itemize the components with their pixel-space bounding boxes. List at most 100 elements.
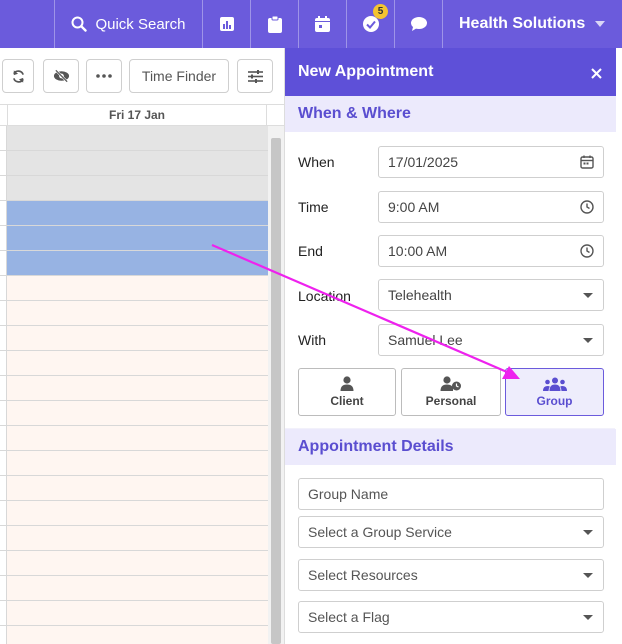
start-time-value: 9:00 AM — [388, 199, 440, 215]
chevron-down-icon — [595, 21, 606, 27]
selected-time-slot[interactable] — [0, 201, 268, 226]
more-icon — [96, 74, 112, 78]
filter-settings-button[interactable] — [237, 59, 273, 93]
time-slot[interactable] — [0, 301, 268, 326]
end-time-field[interactable]: 10:00 AM — [378, 235, 604, 267]
location-label: Location — [298, 288, 351, 304]
panel-title: New Appointment — [298, 63, 434, 80]
type-client-button[interactable]: Client — [298, 368, 396, 416]
chevron-down-icon — [583, 338, 593, 343]
time-slot[interactable] — [0, 401, 268, 426]
location-value: Telehealth — [388, 287, 452, 303]
group-name-input[interactable]: Group Name — [298, 478, 604, 510]
reports-button[interactable] — [202, 0, 250, 48]
calendar-icon — [580, 155, 594, 169]
time-slot[interactable] — [0, 426, 268, 451]
time-finder-label: Time Finder — [141, 68, 217, 84]
start-time-field[interactable]: 9:00 AM — [378, 191, 604, 223]
clock-icon — [580, 200, 594, 214]
new-appointment-panel: New Appointment When & Where When 17/01/… — [284, 48, 616, 644]
type-client-label: Client — [330, 394, 364, 408]
type-personal-label: Personal — [425, 394, 477, 408]
panel-header: New Appointment — [285, 48, 616, 96]
group-icon — [542, 377, 567, 391]
type-personal-button[interactable]: Personal — [401, 368, 501, 416]
chat-icon — [410, 17, 427, 31]
group-service-select[interactable]: Select a Group Service — [298, 516, 604, 548]
practitioner-value: Samuel Lee — [388, 332, 463, 348]
chevron-down-icon — [583, 293, 593, 298]
time-slot[interactable] — [0, 176, 268, 201]
top-nav-bar: Quick Search 5 Health Solutions — [0, 0, 622, 48]
type-group-button[interactable]: Group — [505, 368, 604, 416]
end-time-value: 10:00 AM — [388, 243, 448, 259]
organization-name: Health Solutions — [459, 15, 586, 32]
time-slot[interactable] — [0, 501, 268, 526]
appointment-details-section-title: Appointment Details — [285, 429, 616, 465]
time-slot[interactable] — [0, 476, 268, 501]
appointment-details-section: Group Name Select a Group Service Select… — [285, 465, 616, 644]
notification-badge: 5 — [373, 4, 388, 19]
time-slot[interactable] — [0, 601, 268, 626]
time-slot[interactable] — [0, 376, 268, 401]
calendar-day-header: Fri 17 Jan — [0, 104, 284, 126]
organization-menu[interactable]: Health Solutions — [442, 0, 622, 48]
calendar-scrollbar[interactable] — [268, 126, 284, 644]
resources-select[interactable]: Select Resources — [298, 559, 604, 591]
quick-search-label: Quick Search — [95, 15, 186, 33]
reports-icon — [219, 17, 234, 31]
chevron-down-icon — [583, 615, 593, 620]
clock-icon — [580, 244, 594, 258]
toggle-visibility-button[interactable] — [43, 59, 79, 93]
date-value: 17/01/2025 — [388, 154, 459, 170]
calendar-button[interactable] — [298, 0, 346, 48]
calendar-toolbar: Time Finder — [0, 48, 284, 104]
clipboard-icon — [267, 15, 282, 33]
end-label: End — [298, 243, 323, 259]
sliders-icon — [247, 69, 263, 83]
time-slot[interactable] — [0, 326, 268, 351]
scrollbar-thumb[interactable] — [271, 138, 281, 644]
selected-time-slot[interactable] — [0, 226, 268, 251]
eye-slash-icon — [53, 69, 69, 83]
close-icon — [591, 68, 602, 79]
selected-time-slot[interactable] — [0, 251, 268, 276]
client-icon — [340, 376, 354, 391]
location-select[interactable]: Telehealth — [378, 279, 604, 311]
quick-search-button[interactable]: Quick Search — [54, 0, 202, 48]
time-label: Time — [298, 199, 329, 215]
calendar-grid[interactable] — [0, 126, 268, 644]
more-options-button[interactable] — [86, 59, 122, 93]
practitioner-select[interactable]: Samuel Lee — [378, 324, 604, 356]
time-slot[interactable] — [0, 276, 268, 301]
personal-icon — [440, 376, 461, 391]
day-header-label: Fri 17 Jan — [7, 105, 267, 126]
date-field[interactable]: 17/01/2025 — [378, 146, 604, 178]
time-slot[interactable] — [0, 151, 268, 176]
tasks-button[interactable]: 5 — [346, 0, 394, 48]
time-slot[interactable] — [0, 576, 268, 601]
time-slot[interactable] — [0, 626, 268, 644]
calendar-icon — [315, 16, 330, 32]
refresh-button[interactable] — [2, 59, 34, 93]
chat-button[interactable] — [394, 0, 442, 48]
type-group-label: Group — [536, 393, 573, 408]
time-slot[interactable] — [0, 126, 268, 151]
chevron-down-icon — [583, 530, 593, 535]
resources-placeholder: Select Resources — [308, 567, 418, 583]
clipboard-button[interactable] — [250, 0, 298, 48]
group-service-placeholder: Select a Group Service — [308, 524, 452, 540]
close-button[interactable] — [591, 63, 602, 84]
time-slot[interactable] — [0, 351, 268, 376]
when-where-section-title: When & Where — [285, 96, 616, 132]
flag-placeholder: Select a Flag — [308, 609, 390, 625]
refresh-icon — [12, 69, 24, 83]
with-label: With — [298, 332, 326, 348]
flag-select[interactable]: Select a Flag — [298, 601, 604, 633]
time-slot[interactable] — [0, 526, 268, 551]
time-slot[interactable] — [0, 451, 268, 476]
when-label: When — [298, 154, 335, 170]
chevron-down-icon — [583, 573, 593, 578]
time-slot[interactable] — [0, 551, 268, 576]
time-finder-button[interactable]: Time Finder — [129, 59, 229, 93]
